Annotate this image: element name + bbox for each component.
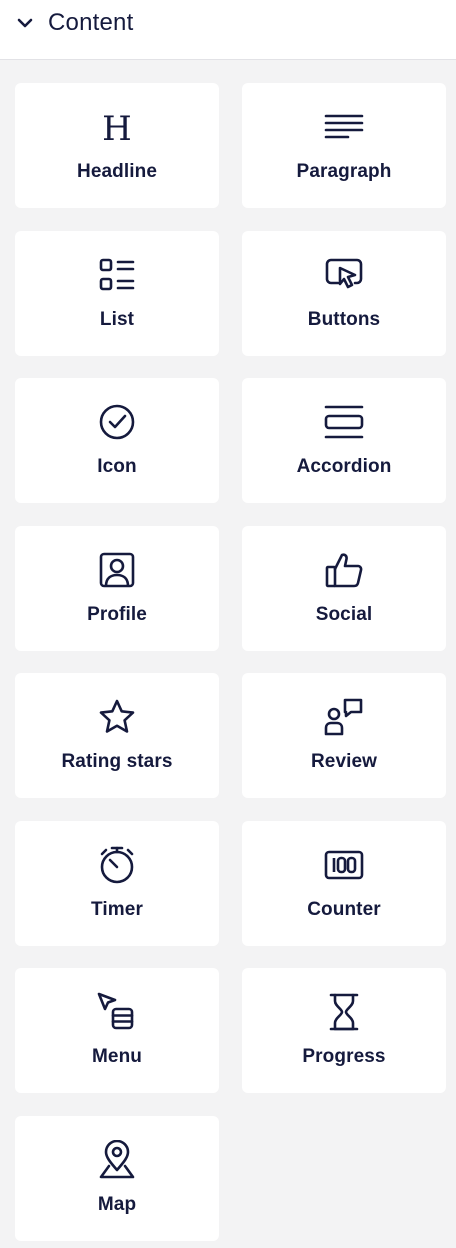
menu-icon bbox=[97, 992, 137, 1032]
widget-progress[interactable]: Progress bbox=[242, 968, 446, 1093]
thumbs-up-icon bbox=[324, 550, 364, 590]
widget-counter[interactable]: Counter bbox=[242, 820, 446, 946]
widget-timer[interactable]: Timer bbox=[15, 820, 219, 946]
widget-map[interactable]: Map bbox=[15, 1115, 219, 1241]
buttons-icon bbox=[324, 255, 364, 295]
hourglass-icon bbox=[324, 992, 364, 1032]
accordion-icon bbox=[324, 402, 364, 442]
widget-profile[interactable]: Profile bbox=[15, 525, 219, 651]
review-icon bbox=[324, 697, 364, 737]
content-widgets-grid: H Headline Paragraph List Buttons Icon A… bbox=[15, 83, 446, 1241]
widget-label: Rating stars bbox=[61, 751, 173, 772]
widget-label: Menu bbox=[91, 1046, 142, 1067]
stopwatch-icon bbox=[97, 845, 137, 885]
widget-headline[interactable]: H Headline bbox=[15, 83, 219, 208]
widget-label: List bbox=[99, 308, 135, 330]
widget-label: Timer bbox=[91, 898, 143, 920]
widget-label: Progress bbox=[302, 1046, 386, 1067]
widget-review[interactable]: Review bbox=[242, 673, 446, 798]
svg-text:H: H bbox=[102, 109, 132, 147]
widget-rating-stars[interactable]: Rating stars bbox=[15, 673, 219, 798]
list-icon bbox=[97, 255, 137, 295]
widget-label: Paragraph bbox=[296, 161, 392, 182]
section-title: Content bbox=[48, 8, 134, 36]
widget-icon[interactable]: Icon bbox=[15, 378, 219, 503]
widget-buttons[interactable]: Buttons bbox=[242, 230, 446, 356]
widget-label: Accordion bbox=[296, 456, 392, 477]
widget-menu[interactable]: Menu bbox=[15, 968, 219, 1093]
widget-label: Headline bbox=[77, 161, 157, 182]
widget-paragraph[interactable]: Paragraph bbox=[242, 83, 446, 208]
widget-label: Map bbox=[97, 1193, 137, 1215]
headline-icon: H bbox=[97, 107, 137, 147]
counter-icon bbox=[324, 845, 364, 885]
check-circle-icon bbox=[97, 402, 137, 442]
widget-accordion[interactable]: Accordion bbox=[242, 378, 446, 503]
chevron-down-icon bbox=[16, 14, 34, 32]
widget-list[interactable]: List bbox=[15, 230, 219, 356]
map-pin-icon bbox=[97, 1139, 137, 1180]
widget-social[interactable]: Social bbox=[242, 525, 446, 651]
widget-label: Social bbox=[315, 603, 373, 625]
widget-label: Review bbox=[310, 751, 378, 772]
profile-icon bbox=[97, 550, 137, 590]
content-section-toggle[interactable]: Content bbox=[0, 0, 456, 60]
widget-label: Profile bbox=[87, 603, 147, 625]
star-icon bbox=[97, 697, 137, 737]
widget-label: Icon bbox=[97, 456, 137, 477]
paragraph-icon bbox=[324, 107, 364, 147]
widget-label: Counter bbox=[307, 898, 381, 920]
widget-label: Buttons bbox=[307, 308, 381, 330]
